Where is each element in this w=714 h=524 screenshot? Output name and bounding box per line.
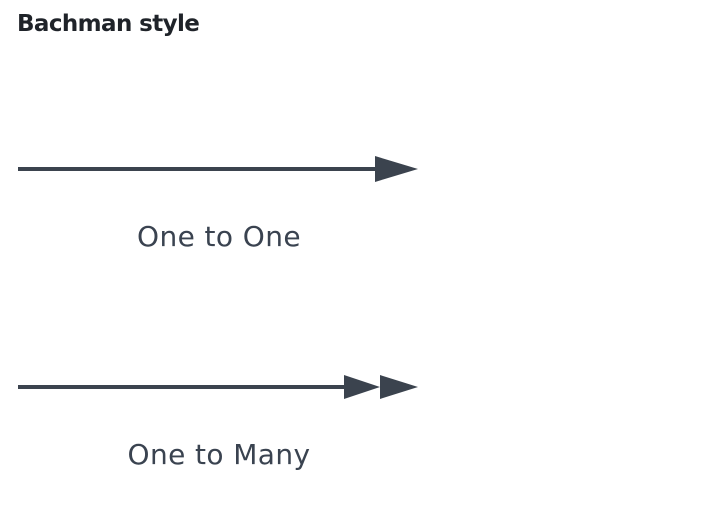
one-to-one-connector [18, 156, 418, 182]
one-to-many-label: One to Many [127, 438, 311, 471]
double-arrowhead-icon-second [380, 375, 418, 399]
double-arrowhead-icon-first [344, 375, 380, 399]
single-arrowhead-icon [375, 156, 418, 182]
one-to-many-connector [18, 375, 418, 399]
one-to-one-label: One to One [137, 220, 301, 253]
